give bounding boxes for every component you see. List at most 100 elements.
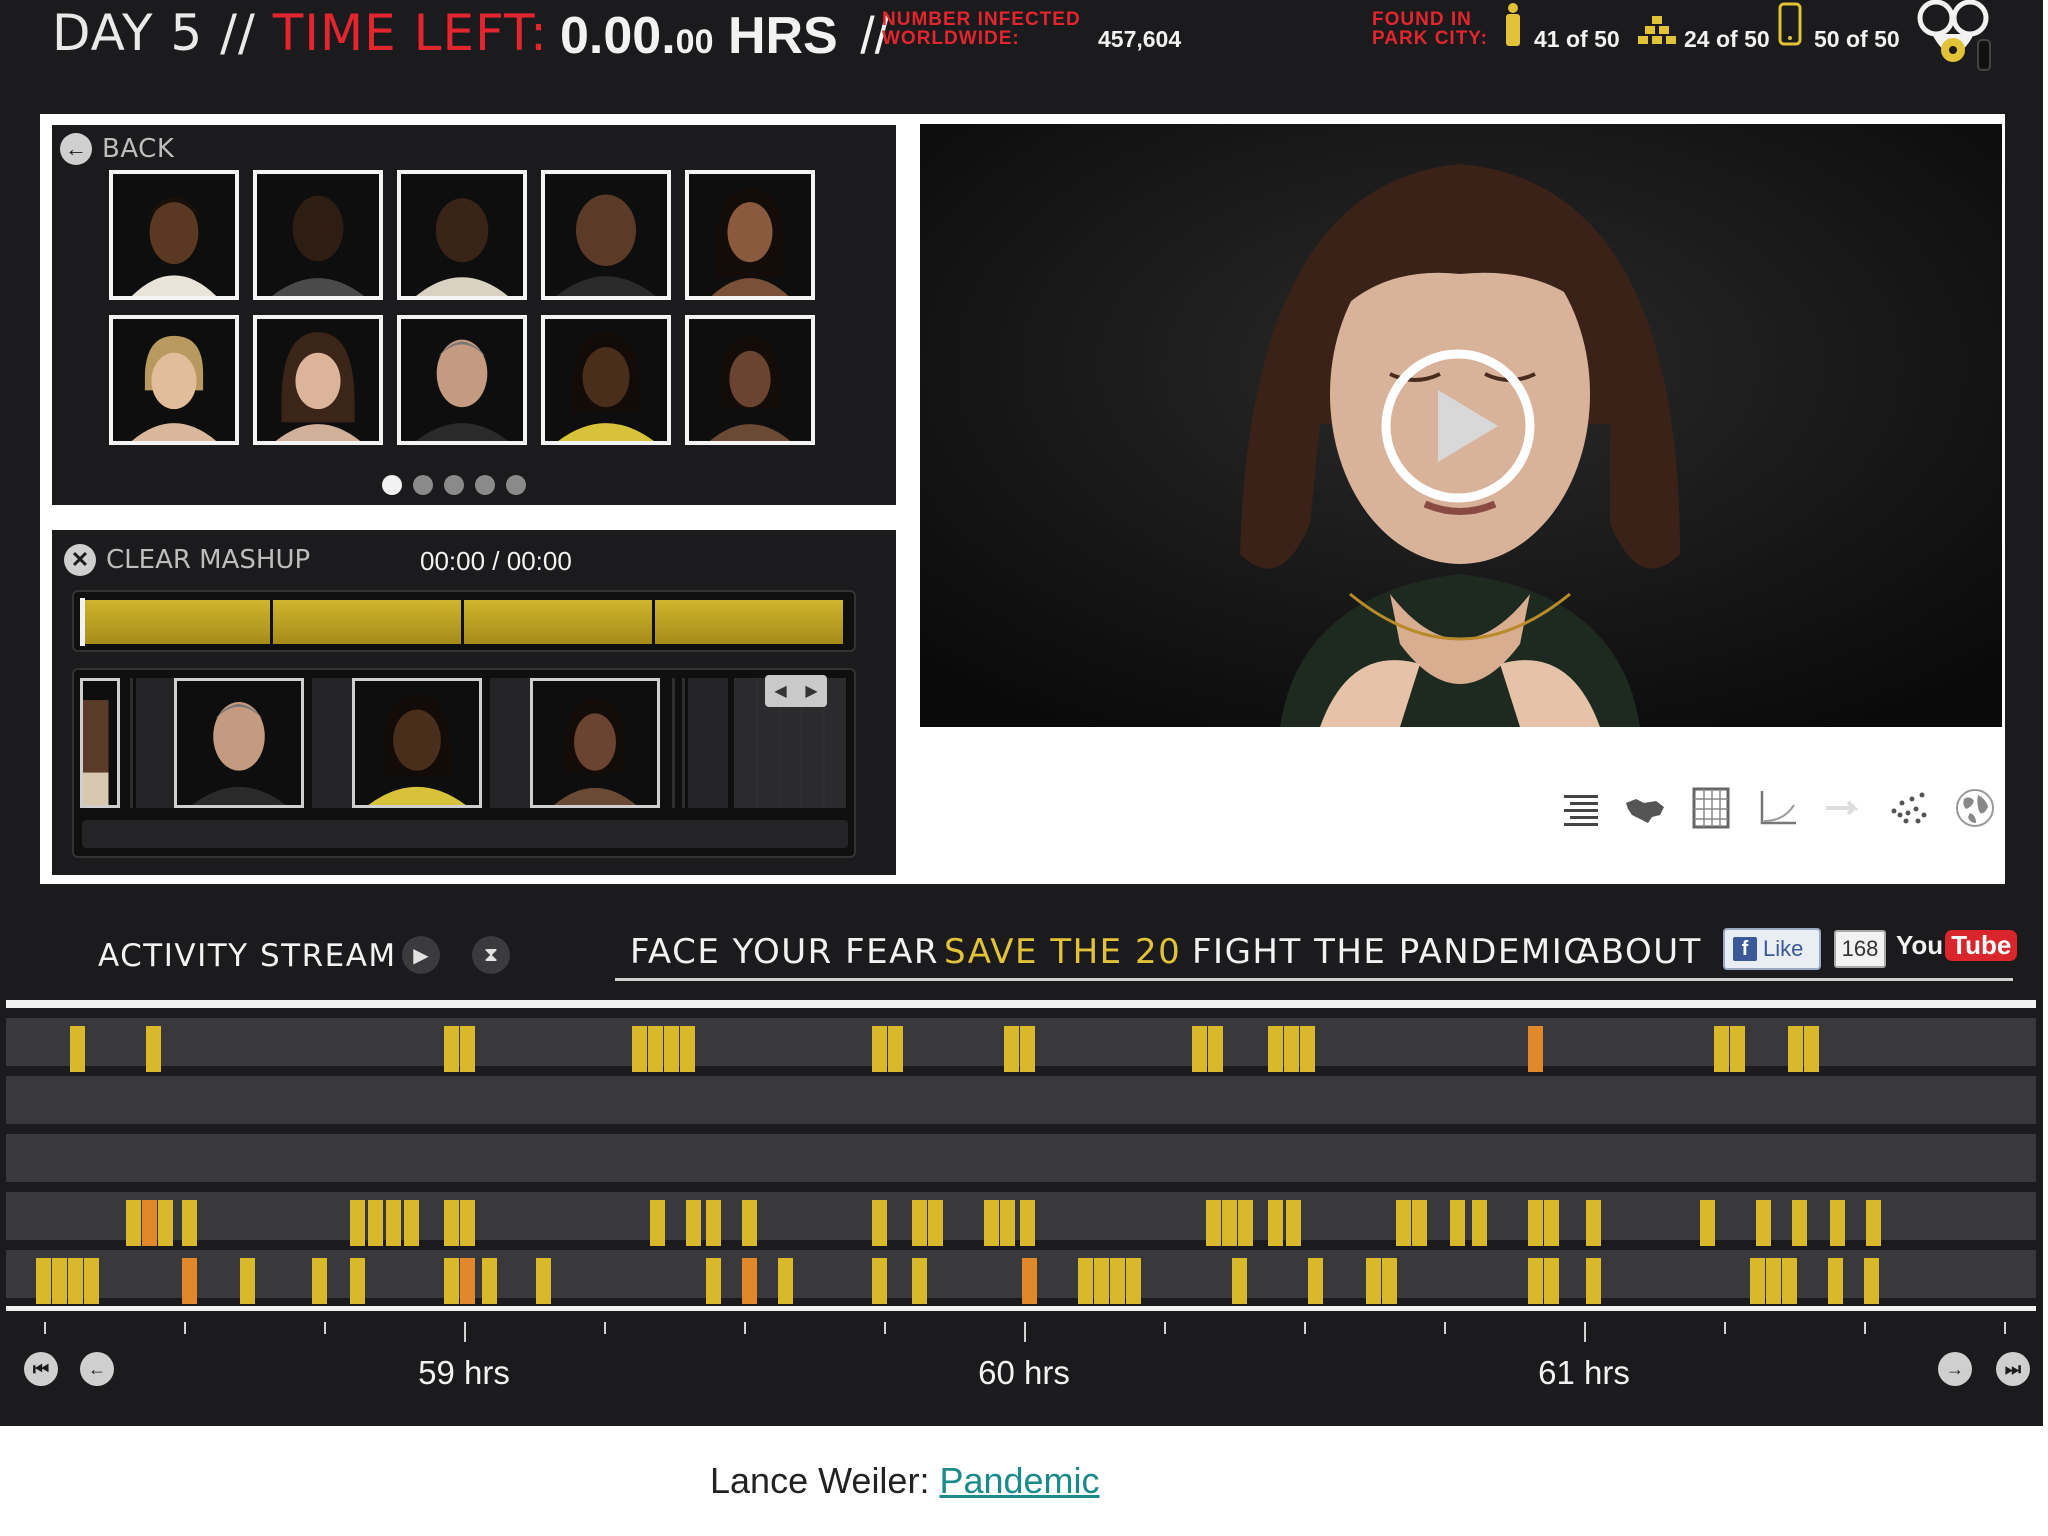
face-thumb[interactable]: [541, 315, 671, 445]
face-thumb[interactable]: [397, 315, 527, 445]
activity-event[interactable]: [1528, 1258, 1543, 1304]
activity-event[interactable]: [648, 1026, 663, 1072]
activity-event[interactable]: [1110, 1258, 1125, 1304]
face-thumb[interactable]: [253, 315, 383, 445]
activity-event[interactable]: [1788, 1026, 1803, 1072]
activity-event[interactable]: [706, 1258, 721, 1304]
activity-event[interactable]: [632, 1026, 647, 1072]
scroll-right-icon[interactable]: ▶: [805, 681, 817, 701]
face-thumb[interactable]: [685, 315, 815, 445]
activity-event[interactable]: [1586, 1258, 1601, 1304]
activity-event[interactable]: [386, 1200, 401, 1246]
activity-event[interactable]: [52, 1258, 67, 1304]
activity-event[interactable]: [912, 1258, 927, 1304]
page-dot[interactable]: [475, 475, 495, 495]
skip-to-start-button[interactable]: ⏮: [24, 1352, 58, 1386]
activity-event[interactable]: [70, 1026, 85, 1072]
activity-event[interactable]: [1472, 1200, 1487, 1246]
page-dot[interactable]: [413, 475, 433, 495]
activity-event[interactable]: [664, 1026, 679, 1072]
activity-event[interactable]: [1396, 1200, 1411, 1246]
scroll-arrows[interactable]: ◀ ▶: [765, 675, 827, 707]
activity-event[interactable]: [1300, 1026, 1315, 1072]
activity-event[interactable]: [444, 1200, 459, 1246]
activity-event[interactable]: [872, 1200, 887, 1246]
activity-event[interactable]: [1782, 1258, 1797, 1304]
activity-event[interactable]: [912, 1200, 927, 1246]
map-icon[interactable]: [1622, 785, 1668, 831]
activity-event[interactable]: [460, 1258, 475, 1304]
activity-event[interactable]: [1756, 1200, 1771, 1246]
pandemic-link[interactable]: Pandemic: [939, 1460, 1099, 1501]
activity-event[interactable]: [444, 1258, 459, 1304]
activity-event[interactable]: [680, 1026, 695, 1072]
activity-event[interactable]: [706, 1200, 721, 1246]
activity-event[interactable]: [1864, 1258, 1879, 1304]
activity-event[interactable]: [1382, 1258, 1397, 1304]
mashup-segment[interactable]: [82, 600, 270, 644]
activity-event[interactable]: [1238, 1200, 1253, 1246]
activity-event[interactable]: [1544, 1258, 1559, 1304]
face-thumb[interactable]: [109, 315, 239, 445]
step-forward-button[interactable]: →: [1938, 1352, 1972, 1386]
mashup-segment[interactable]: [464, 600, 652, 644]
page-dot[interactable]: [444, 475, 464, 495]
activity-event[interactable]: [1544, 1200, 1559, 1246]
mashup-segment[interactable]: [655, 600, 843, 644]
activity-event[interactable]: [460, 1200, 475, 1246]
activity-event[interactable]: [1412, 1200, 1427, 1246]
activity-event[interactable]: [1206, 1200, 1221, 1246]
page-dot[interactable]: [506, 475, 526, 495]
nav-face-your-fear[interactable]: FACE YOUR FEAR: [630, 932, 939, 972]
activity-event[interactable]: [1268, 1026, 1283, 1072]
arrow-icon[interactable]: [1820, 785, 1866, 831]
activity-event[interactable]: [1366, 1258, 1381, 1304]
nav-fight-the-pandemic[interactable]: FIGHT THE PANDEMIC: [1192, 932, 1588, 972]
activity-event[interactable]: [68, 1258, 83, 1304]
activity-event[interactable]: [126, 1200, 141, 1246]
play-icon[interactable]: [1380, 348, 1536, 504]
activity-event[interactable]: [928, 1200, 943, 1246]
line-chart-icon[interactable]: [1754, 785, 1800, 831]
activity-event[interactable]: [1192, 1026, 1207, 1072]
activity-event[interactable]: [146, 1026, 161, 1072]
activity-event[interactable]: [1804, 1026, 1819, 1072]
activity-event[interactable]: [872, 1258, 887, 1304]
activity-event[interactable]: [1094, 1258, 1109, 1304]
activity-event[interactable]: [368, 1200, 383, 1246]
activity-event[interactable]: [1286, 1200, 1301, 1246]
activity-event[interactable]: [872, 1026, 887, 1072]
activity-event[interactable]: [1020, 1026, 1035, 1072]
activity-event[interactable]: [742, 1200, 757, 1246]
face-thumb[interactable]: [685, 170, 815, 300]
clip-thumb[interactable]: [530, 678, 660, 808]
activity-event[interactable]: [1268, 1200, 1283, 1246]
nav-save-the-20[interactable]: SAVE THE 20: [944, 932, 1181, 972]
playhead[interactable]: [80, 598, 85, 646]
activity-event[interactable]: [84, 1258, 99, 1304]
mashup-progress-bar[interactable]: [72, 590, 856, 652]
activity-event[interactable]: [1866, 1200, 1881, 1246]
scroll-left-icon[interactable]: ◀: [774, 681, 786, 701]
back-button[interactable]: ← BACK: [60, 133, 174, 165]
list-icon[interactable]: [1556, 785, 1602, 831]
activity-event[interactable]: [142, 1200, 157, 1246]
activity-event[interactable]: [482, 1258, 497, 1304]
activity-event[interactable]: [1828, 1258, 1843, 1304]
activity-event[interactable]: [312, 1258, 327, 1304]
activity-event[interactable]: [1308, 1258, 1323, 1304]
activity-event[interactable]: [1020, 1200, 1035, 1246]
activity-event[interactable]: [1700, 1200, 1715, 1246]
activity-event[interactable]: [1126, 1258, 1141, 1304]
activity-event[interactable]: [984, 1200, 999, 1246]
activity-event[interactable]: [686, 1200, 701, 1246]
activity-event[interactable]: [1714, 1026, 1729, 1072]
activity-event[interactable]: [404, 1200, 419, 1246]
filter-stream-button[interactable]: ⧗: [472, 936, 510, 974]
grid-icon[interactable]: [1688, 785, 1734, 831]
activity-event[interactable]: [778, 1258, 793, 1304]
clip-thumb[interactable]: [80, 678, 120, 808]
activity-event[interactable]: [1000, 1200, 1015, 1246]
activity-event[interactable]: [240, 1258, 255, 1304]
activity-event[interactable]: [1528, 1200, 1543, 1246]
